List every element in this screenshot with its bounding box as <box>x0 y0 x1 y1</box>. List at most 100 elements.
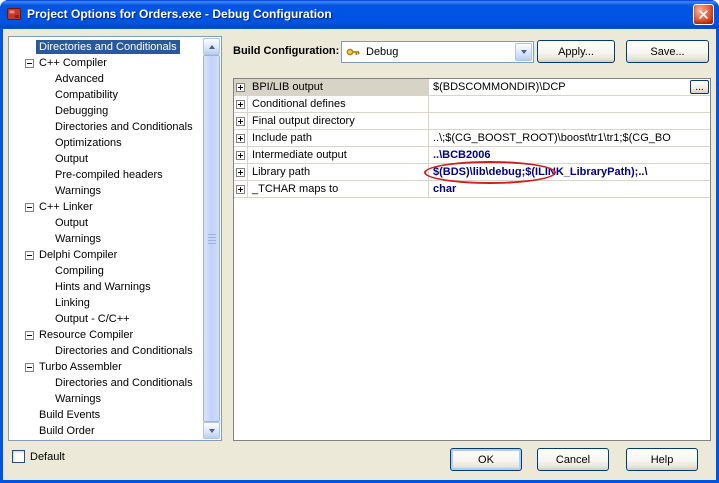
tree-item-label: Delphi Compiler <box>36 248 120 262</box>
property-value-text: ..\;$(CG_BOOST_ROOT)\boost\tr1\tr1;$(CG_… <box>433 132 671 144</box>
combobox-value: Debug <box>361 46 515 58</box>
tree-item[interactable]: Build Order <box>9 423 203 439</box>
property-name[interactable]: Intermediate output <box>248 147 429 163</box>
tree-item[interactable]: Optimizations <box>9 135 203 151</box>
combobox-dropdown-button[interactable] <box>515 43 532 61</box>
row-expand-cell[interactable] <box>234 130 248 146</box>
property-value[interactable]: $(BDSCOMMONDIR)\DCP... <box>429 79 710 95</box>
down-arrow-icon <box>209 429 215 433</box>
property-name[interactable]: Conditional defines <box>248 96 429 112</box>
property-row: BPI/LIB output$(BDSCOMMONDIR)\DCP... <box>234 79 710 96</box>
close-button[interactable] <box>693 4 714 25</box>
tree-item[interactable]: Compiling <box>9 263 203 279</box>
tree-item[interactable]: Hints and Warnings <box>9 279 203 295</box>
collapse-icon[interactable] <box>23 363 36 372</box>
row-expand-cell[interactable] <box>234 147 248 163</box>
help-button[interactable]: Help <box>626 448 698 471</box>
tree-item[interactable]: Debugging <box>9 103 203 119</box>
tree-item[interactable]: Output - C/C++ <box>9 311 203 327</box>
property-value[interactable]: char <box>429 181 710 197</box>
tree-item[interactable]: Output <box>9 215 203 231</box>
expand-icon[interactable] <box>236 151 245 160</box>
cancel-button[interactable]: Cancel <box>537 448 609 471</box>
tree-item[interactable]: Directories and Conditionals <box>9 39 203 55</box>
default-checkbox[interactable] <box>12 450 25 463</box>
tree-item[interactable]: Warnings <box>9 231 203 247</box>
tree-item-label: Directories and Conditionals <box>52 376 196 390</box>
tree-item-label: Optimizations <box>52 136 125 150</box>
property-value[interactable]: ..\;$(CG_BOOST_ROOT)\boost\tr1\tr1;$(CG_… <box>429 130 710 146</box>
ok-button[interactable]: OK <box>450 448 522 471</box>
dialog-client-area: Directories and ConditionalsC++ Compiler… <box>3 29 716 480</box>
row-expand-cell[interactable] <box>234 164 248 180</box>
build-configuration-combobox[interactable]: Debug <box>341 41 534 63</box>
property-name[interactable]: Include path <box>248 130 429 146</box>
expand-icon[interactable] <box>236 100 245 109</box>
window-title: Project Options for Orders.exe - Debug C… <box>27 7 688 21</box>
tree-item[interactable]: Advanced <box>9 71 203 87</box>
minus-glyph <box>25 203 34 212</box>
tree-item[interactable]: Output <box>9 151 203 167</box>
tree-item[interactable]: C++ Compiler <box>9 55 203 71</box>
tree-item[interactable]: Warnings <box>9 183 203 199</box>
minus-glyph <box>25 59 34 68</box>
tree-item[interactable]: Pre-compiled headers <box>9 167 203 183</box>
row-expand-cell[interactable] <box>234 79 248 95</box>
row-expand-cell[interactable] <box>234 113 248 129</box>
collapse-icon[interactable] <box>23 331 36 340</box>
tree-item[interactable]: Directories and Conditionals <box>9 343 203 359</box>
tree-item-label: Directories and Conditionals <box>52 344 196 358</box>
tree-item[interactable]: Directories and Conditionals <box>9 119 203 135</box>
property-value[interactable] <box>429 96 710 112</box>
scroll-up-button[interactable] <box>203 38 220 55</box>
tree-item[interactable]: Build Events <box>9 407 203 423</box>
property-value[interactable]: ..\BCB2006 <box>429 147 710 163</box>
collapse-icon[interactable] <box>23 59 36 68</box>
collapse-icon[interactable] <box>23 203 36 212</box>
tree-item-label: Advanced <box>52 72 107 86</box>
tree-item-label: Turbo Assembler <box>36 360 125 374</box>
property-value[interactable] <box>429 113 710 129</box>
property-name[interactable]: BPI/LIB output <box>248 79 429 95</box>
apply-button[interactable]: Apply... <box>537 40 615 63</box>
project-options-dialog: Project Options for Orders.exe - Debug C… <box>0 0 719 483</box>
tree-item[interactable]: Resource Compiler <box>9 327 203 343</box>
collapse-icon[interactable] <box>23 251 36 260</box>
tree-item[interactable]: Directories and Conditionals <box>9 375 203 391</box>
tree-scrollbar[interactable] <box>203 38 220 439</box>
property-name[interactable]: Final output directory <box>248 113 429 129</box>
expand-icon[interactable] <box>236 83 245 92</box>
tree-item-label: Directories and Conditionals <box>52 120 196 134</box>
save-button[interactable]: Save... <box>626 40 709 63</box>
tree-item[interactable]: C++ Linker <box>9 199 203 215</box>
expand-icon[interactable] <box>236 185 245 194</box>
minus-glyph <box>25 331 34 340</box>
scroll-thumb[interactable] <box>203 55 220 422</box>
close-icon <box>698 9 709 20</box>
scroll-down-button[interactable] <box>203 422 220 439</box>
property-value-text: ..\BCB2006 <box>433 149 490 161</box>
expand-icon[interactable] <box>236 117 245 126</box>
tree-item[interactable]: Warnings <box>9 391 203 407</box>
tree-item[interactable]: Delphi Compiler <box>9 247 203 263</box>
property-name[interactable]: Library path <box>248 164 429 180</box>
ellipsis-button[interactable]: ... <box>690 80 709 94</box>
chevron-down-icon <box>521 50 527 54</box>
property-name[interactable]: _TCHAR maps to <box>248 181 429 197</box>
row-expand-cell[interactable] <box>234 181 248 197</box>
tree-item[interactable]: Compatibility <box>9 87 203 103</box>
tree-item-label: C++ Linker <box>36 200 96 214</box>
titlebar: Project Options for Orders.exe - Debug C… <box>0 0 719 29</box>
row-expand-cell[interactable] <box>234 96 248 112</box>
tree-item-label: Build Order <box>36 424 98 438</box>
key-icon <box>345 44 361 60</box>
tree-item-label: Build Events <box>36 408 103 422</box>
expand-icon[interactable] <box>236 168 245 177</box>
tree-item-label: Compatibility <box>52 88 121 102</box>
tree-item[interactable]: Turbo Assembler <box>9 359 203 375</box>
expand-icon[interactable] <box>236 134 245 143</box>
tree-items: Directories and ConditionalsC++ Compiler… <box>9 38 203 439</box>
property-value[interactable]: $(BDS)\lib\debug;$(ILINK_LibraryPath);..… <box>429 164 710 180</box>
tree-item-label: Linking <box>52 296 93 310</box>
tree-item[interactable]: Linking <box>9 295 203 311</box>
